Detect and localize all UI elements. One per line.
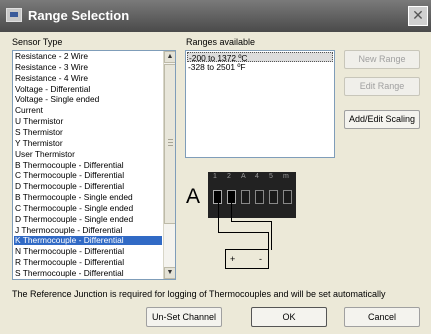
terminal-block: 1 2 A 4 5 m (208, 172, 296, 218)
sensor-type-option[interactable]: J Thermocouple - Differential (14, 225, 162, 235)
sensor-type-option[interactable]: Resistance - 2 Wire (14, 52, 162, 61)
terminal-label: 5 (269, 173, 273, 180)
sensor-type-option[interactable]: C Thermocouple - Single ended (14, 203, 162, 213)
new-range-button[interactable]: New Range (344, 50, 420, 69)
terminal-label: 1 (213, 173, 217, 180)
sensor-type-option[interactable]: Resistance - 3 Wire (14, 62, 162, 72)
terminal-label: m (283, 173, 289, 180)
app-icon (6, 8, 22, 22)
sensor-type-option[interactable]: C Thermocouple - Differential (14, 171, 162, 180)
terminal-label: 2 (227, 173, 231, 180)
terminal-socket (283, 190, 292, 204)
wire (268, 232, 269, 250)
wire (271, 221, 272, 250)
terminal-label: A (241, 173, 246, 180)
ranges-list[interactable]: -200 to 1372 ºC -328 to 2501 ºF (185, 50, 335, 158)
sensor-type-option[interactable]: Voltage - Differential (14, 84, 162, 94)
sensor-type-option[interactable]: S Thermistor (14, 127, 162, 137)
range-option[interactable]: -200 to 1372 ºC (187, 52, 333, 63)
range-selection-dialog: Range Selection ✕ Sensor Type Resistance… (0, 0, 431, 334)
unset-channel-button[interactable]: Un-Set Channel (146, 307, 222, 327)
title-bar: Range Selection ✕ (0, 0, 431, 32)
scroll-down-icon[interactable]: ▼ (164, 267, 175, 279)
close-icon[interactable]: ✕ (408, 6, 428, 26)
sensor-type-option[interactable]: D Thermocouple - Differential (14, 182, 162, 191)
scroll-grip (168, 142, 173, 143)
channel-letter: A (186, 185, 201, 208)
wire (231, 201, 232, 221)
scroll-up-icon[interactable]: ▲ (164, 51, 175, 63)
wire (218, 232, 268, 233)
plus-sign: + (230, 254, 236, 264)
terminal-label: 4 (255, 173, 259, 180)
sensor-type-label: Sensor Type (12, 37, 63, 47)
sensor-type-option[interactable]: K Thermocouple - Differential (14, 236, 162, 246)
sensor-type-option[interactable]: N Thermocouple - Differential (14, 247, 162, 256)
window-title: Range Selection (28, 8, 130, 23)
minus-sign: - (259, 254, 262, 264)
sensor-type-option[interactable]: User Thermistor (14, 149, 162, 159)
sensor-type-option[interactable]: S Thermocouple - Differential (14, 269, 162, 278)
scroll-grip (168, 145, 173, 146)
terminal-socket (241, 190, 250, 204)
range-option[interactable]: -328 to 2501 ºF (187, 62, 333, 72)
terminal-socket (269, 190, 278, 204)
sensor-type-option[interactable]: B Thermocouple - Single ended (14, 193, 162, 202)
wire (218, 201, 219, 232)
sensor-type-option[interactable]: Current (14, 106, 162, 115)
add-edit-scaling-button[interactable]: Add/Edit Scaling (344, 110, 420, 129)
ok-button[interactable]: OK (251, 307, 327, 327)
reference-junction-note: The Reference Junction is required for l… (12, 289, 386, 299)
sensor-type-option[interactable]: Resistance - 4 Wire (14, 73, 162, 83)
sensor-type-option[interactable]: U Thermistor (14, 117, 162, 126)
terminal-socket (255, 190, 264, 204)
sensor-type-option[interactable]: B Thermocouple - Differential (14, 160, 162, 170)
edit-range-button[interactable]: Edit Range (344, 77, 420, 96)
scroll-thumb[interactable] (164, 64, 175, 224)
sensor-list-scrollbar[interactable]: ▲ ▼ (163, 51, 175, 279)
sensor-type-option[interactable]: D Thermocouple - Single ended (14, 214, 162, 224)
sensor-type-option[interactable]: Y Thermistor (14, 138, 162, 148)
cancel-button[interactable]: Cancel (344, 307, 420, 327)
sensor-type-list[interactable]: Resistance - 2 Wire Resistance - 3 Wire Re… (12, 50, 176, 280)
wire (231, 221, 271, 222)
scroll-grip (168, 139, 173, 140)
sensor-type-option[interactable]: R Thermocouple - Differential (14, 258, 162, 267)
ranges-available-label: Ranges available (186, 37, 256, 47)
sensor-type-option[interactable]: Voltage - Single ended (14, 95, 162, 104)
